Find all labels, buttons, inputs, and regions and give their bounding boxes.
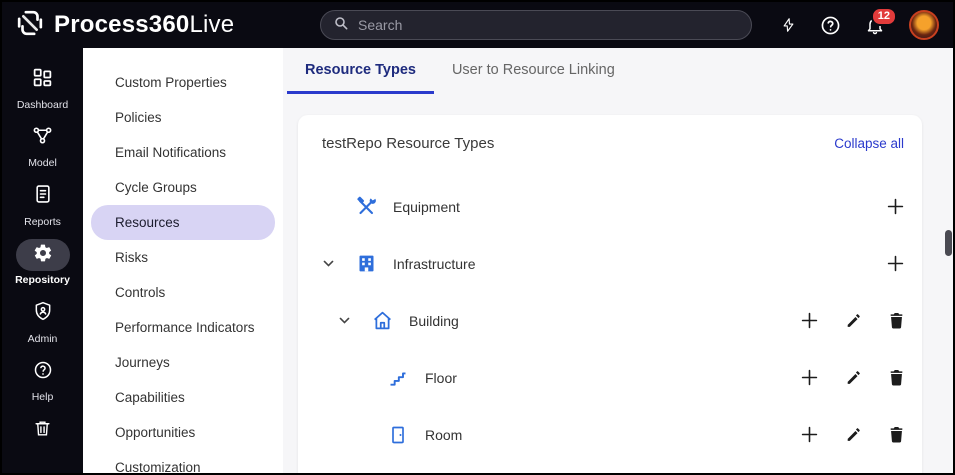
help-icon [33,360,53,385]
submenu-item-cycle-groups[interactable]: Cycle Groups [91,170,275,205]
edit-pencil-icon[interactable] [846,313,861,328]
tree-row-infrastructure[interactable]: Infrastructure [322,235,904,292]
submenu-item-journeys[interactable]: Journeys [91,345,275,380]
submenu-item-customization[interactable]: Customization [91,450,275,473]
collapse-all-link[interactable]: Collapse all [834,136,904,151]
topbar: Process360Live Search 12 [2,2,953,48]
sidebar-item-label: Help [31,391,54,404]
submenu-item-policies[interactable]: Policies [91,100,275,135]
office-building-icon [355,253,377,274]
sidebar-item-reports[interactable]: Reports [2,181,83,239]
sidebar: Dashboard Model Reports Repository Admin… [2,48,83,473]
sidebar-item-model[interactable]: Model [2,122,83,180]
brand-light: Live [189,11,235,38]
tree-item-label: Floor [425,369,457,386]
tree-item-label: Building [409,312,459,329]
edit-pencil-icon[interactable] [846,370,861,385]
global-search[interactable] [320,10,752,40]
submenu-item-custom-properties[interactable]: Custom Properties [91,65,275,100]
edit-pencil-icon[interactable] [846,427,861,442]
tree-item-label: Equipment [393,198,460,215]
brand-bold: Process360 [54,11,190,38]
search-input[interactable] [358,17,739,33]
avatar[interactable] [909,10,939,40]
tab-bar: Resource Types User to Resource Linking [283,48,953,94]
shield-icon [33,301,53,326]
tools-icon [355,196,377,218]
door-icon [387,425,409,445]
card-title: testRepo Resource Types [322,135,495,152]
sidebar-item-repository[interactable]: Repository [2,239,83,297]
submenu-item-resources[interactable]: Resources [91,205,275,240]
sidebar-item-admin[interactable]: Admin [2,298,83,356]
process360-logo-icon [15,8,45,43]
dashboard-icon [32,67,53,93]
stairs-icon [387,368,409,388]
reports-icon [33,184,53,209]
tree-row-floor[interactable]: Floor [322,349,904,406]
model-icon [32,125,53,151]
delete-trash-icon[interactable] [889,426,904,443]
sidebar-item-trash[interactable] [2,415,83,473]
add-button[interactable] [801,369,818,386]
sidebar-item-help[interactable]: Help [2,356,83,414]
bell-icon[interactable]: 12 [865,6,897,36]
app-window: Process360Live Search 12 Dashboard Model… [0,0,955,475]
topbar-actions: 12 [781,6,953,40]
tab-user-to-resource-linking[interactable]: User to Resource Linking [434,48,633,94]
submenu-item-capabilities[interactable]: Capabilities [91,380,275,415]
sidebar-item-label: Model [28,157,57,170]
delete-trash-icon[interactable] [889,369,904,386]
tree-row-building[interactable]: Building [322,292,904,349]
app-logo[interactable]: Process360Live [2,8,320,43]
add-button[interactable] [887,255,904,272]
add-button[interactable] [801,426,818,443]
resource-types-card: testRepo Resource Types Collapse all Equ… [298,115,922,473]
lightning-icon[interactable] [781,15,796,35]
add-button[interactable] [887,198,904,215]
submenu-item-controls[interactable]: Controls [91,275,275,310]
main-content: Resource Types User to Resource Linking … [283,48,953,473]
tree-item-label: Room [425,426,463,443]
submenu-item-email-notifications[interactable]: Email Notifications [91,135,275,170]
home-icon [371,310,393,331]
tab-resource-types[interactable]: Resource Types [287,48,434,94]
submenu-item-performance-indicators[interactable]: Performance Indicators [91,310,275,345]
submenu-item-opportunities[interactable]: Opportunities [91,415,275,450]
sidebar-item-label: Repository [15,274,70,287]
sidebar-item-label: Reports [24,215,61,228]
submenu-item-risks[interactable]: Risks [91,240,275,275]
scrollbar-thumb[interactable] [945,230,952,256]
notification-badge: 12 [870,6,897,26]
gear-icon [33,243,53,268]
search-icon [333,15,349,36]
help-circle-icon[interactable] [820,15,841,36]
chevron-down-icon[interactable] [322,257,355,270]
repository-submenu: Custom Properties Policies Email Notific… [83,48,283,473]
sidebar-item-label: Admin [27,332,58,345]
tree-row-equipment[interactable]: Equipment [322,178,904,235]
delete-trash-icon[interactable] [889,312,904,329]
resource-tree: Equipment Infrastructure Building Floor … [322,178,904,463]
sidebar-item-label: Dashboard [16,99,69,111]
tree-row-room[interactable]: Room [322,406,904,463]
add-button[interactable] [801,312,818,329]
tree-item-label: Infrastructure [393,255,476,272]
trash-icon [33,419,52,443]
sidebar-item-dashboard[interactable]: Dashboard [2,64,83,122]
brand-text: Process360Live [54,11,234,39]
chevron-down-icon[interactable] [338,314,371,327]
